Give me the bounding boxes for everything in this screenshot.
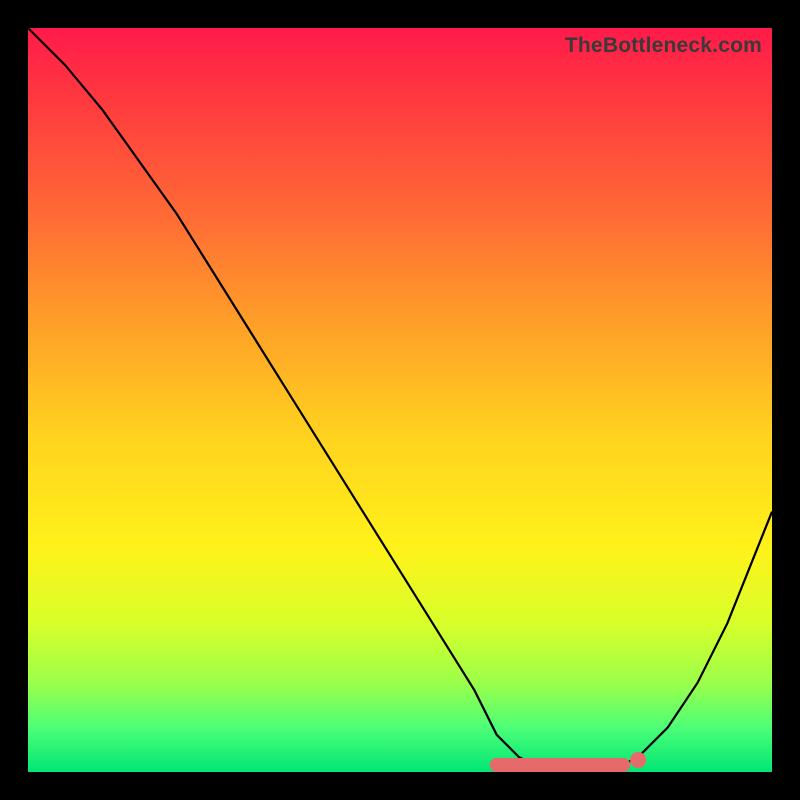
optimal-range-end-dot <box>630 752 646 768</box>
chart-frame: TheBottleneck.com <box>0 0 800 800</box>
chart-plot-area: TheBottleneck.com <box>28 28 772 772</box>
chart-svg <box>28 28 772 772</box>
watermark-text: TheBottleneck.com <box>565 34 762 58</box>
bottleneck-curve <box>28 28 772 772</box>
